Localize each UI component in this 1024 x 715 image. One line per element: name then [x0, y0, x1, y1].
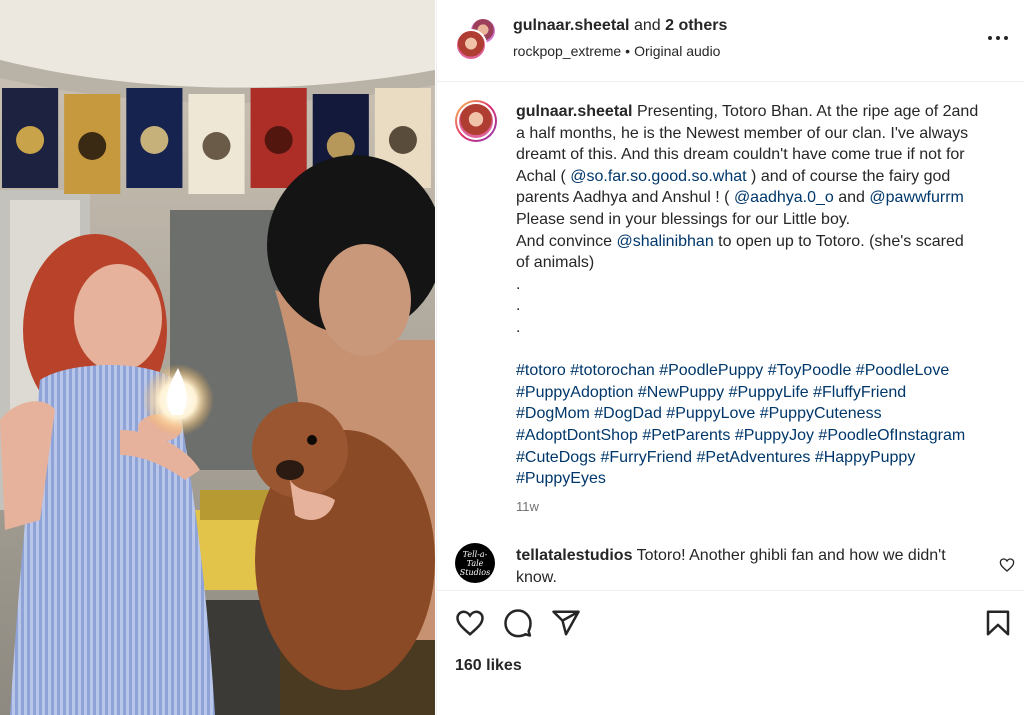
mention-link[interactable]: @shalinibhan: [617, 233, 714, 250]
caption-text: Achal (: [516, 167, 571, 185]
commenter-avatar[interactable]: Tell-a-Tale Studios: [455, 543, 495, 583]
prayer-flag-emblem: [264, 126, 293, 154]
separator-dot: •: [625, 43, 631, 59]
and-text: and: [629, 17, 666, 34]
author-username-link[interactable]: gulnaar.sheetal: [513, 17, 630, 34]
hashtag-line[interactable]: #AdoptDontShop #PetParents #PuppyJoy #Po…: [516, 425, 1006, 447]
comment-icon: [504, 609, 532, 638]
hashtag-line[interactable]: #DogMom #DogDad #PuppyLove #PuppyCutenes…: [516, 403, 1006, 425]
comment-like-button[interactable]: [999, 557, 1015, 573]
caption-line: gulnaar.sheetal Presenting, Totoro Bhan.…: [516, 101, 1006, 123]
like-button[interactable]: [455, 608, 485, 638]
more-horizontal-icon-dot: [996, 36, 1000, 40]
comment-body-cont: know.: [516, 568, 557, 586]
caption-line: Please send in your blessings for our Li…: [516, 210, 851, 228]
post-media[interactable]: [0, 0, 435, 715]
caption-blank: [516, 339, 1006, 361]
heart-icon: [999, 558, 1015, 572]
prayer-flag-emblem: [388, 126, 417, 154]
caption-line: a half months, he is the Newest member o…: [516, 124, 969, 142]
hashtag-line[interactable]: #PuppyAdoption #NewPuppy #PuppyLife #Flu…: [516, 382, 1006, 404]
caption-text: And convince: [516, 232, 617, 250]
prayer-flag-emblem: [140, 126, 169, 154]
post-panel: gulnaar.sheetal and 2 others rockpop_ext…: [436, 0, 1024, 715]
post-header: gulnaar.sheetal and 2 others rockpop_ext…: [437, 0, 1024, 82]
caption-line: dreamt of this. And this dream couldn't …: [516, 146, 965, 164]
commenter-avatar-logo-text: Tell-a-Tale Studios: [459, 549, 491, 577]
more-horizontal-icon-dot: [1004, 36, 1008, 40]
post-actions: 160 likes: [437, 590, 1024, 715]
caption-text: parents Aadhya and Anshul ! (: [516, 189, 734, 207]
hashtag-line[interactable]: #CuteDogs #FurryFriend #PetAdventures #H…: [516, 447, 1006, 469]
mention-link[interactable]: @so.far.so.good.so.what: [570, 168, 746, 185]
audio-account-link[interactable]: rockpop_extreme: [513, 43, 621, 59]
mention-link[interactable]: @pawwfurrm: [869, 189, 963, 206]
audio-label-link[interactable]: Original audio: [634, 43, 720, 59]
caption-line: parents Aadhya and Anshul ! ( @aadhya.0_…: [516, 187, 1006, 209]
avatar-image: [457, 102, 495, 140]
post-photo: [0, 0, 435, 715]
caption-dot: .: [516, 297, 521, 315]
prayer-flag-emblem: [16, 126, 45, 154]
comment-button[interactable]: [503, 608, 533, 638]
caption-text: ) and of course the fairy god: [746, 167, 951, 185]
caption-area: gulnaar.sheetal Presenting, Totoro Bhan.…: [437, 83, 1024, 588]
caption-line: of animals): [516, 254, 595, 272]
caption-line: And convince @shalinibhan to open up to …: [516, 231, 1006, 253]
prayer-flag-emblem: [78, 132, 107, 160]
caption-author-avatar[interactable]: [455, 100, 497, 142]
audio-info: rockpop_extreme • Original audio: [513, 43, 720, 59]
others-label[interactable]: 2 others: [665, 17, 727, 34]
mention-link[interactable]: @aadhya.0_o: [734, 189, 834, 206]
likes-count[interactable]: 160 likes: [455, 657, 522, 675]
comment-item: Tell-a-Tale Studios tellatalestudios Tot…: [437, 539, 1024, 589]
caption-line: Achal ( @so.far.so.good.so.what ) and of…: [516, 166, 1006, 188]
comment-body: Totoro! Another ghibli fan and how we di…: [632, 547, 946, 564]
more-horizontal-icon: [988, 36, 992, 40]
share-button[interactable]: [551, 608, 581, 638]
send-icon: [552, 610, 580, 636]
more-options-button[interactable]: [985, 28, 1011, 48]
hashtag-line[interactable]: #totoro #totorochan #PoodlePuppy #ToyPoo…: [516, 360, 1006, 382]
post-timestamp[interactable]: 11w: [516, 499, 539, 514]
author-avatar[interactable]: [455, 29, 487, 61]
caption-text: Presenting, Totoro Bhan. At the ripe age…: [632, 103, 979, 120]
save-button[interactable]: [983, 608, 1013, 638]
caption-text: to open up to Totoro. (she's scared: [713, 232, 964, 250]
comment-text: tellatalestudios Totoro! Another ghibli …: [516, 545, 986, 588]
bookmark-icon: [986, 610, 1010, 636]
caption-text: and: [833, 189, 870, 207]
collab-avatars[interactable]: [455, 17, 499, 61]
caption-dot: .: [516, 275, 521, 293]
caption-username-link[interactable]: gulnaar.sheetal: [516, 103, 633, 120]
hashtag-line[interactable]: #PuppyEyes: [516, 468, 1006, 490]
post-authors: gulnaar.sheetal and 2 others: [513, 17, 727, 35]
post-caption: gulnaar.sheetal Presenting, Totoro Bhan.…: [516, 101, 1006, 490]
caption-dot: .: [516, 318, 521, 336]
prayer-flag-emblem: [202, 132, 231, 160]
commenter-username-link[interactable]: tellatalestudios: [516, 547, 632, 564]
heart-icon: [456, 610, 484, 636]
others-link[interactable]: 2 others: [665, 17, 727, 34]
